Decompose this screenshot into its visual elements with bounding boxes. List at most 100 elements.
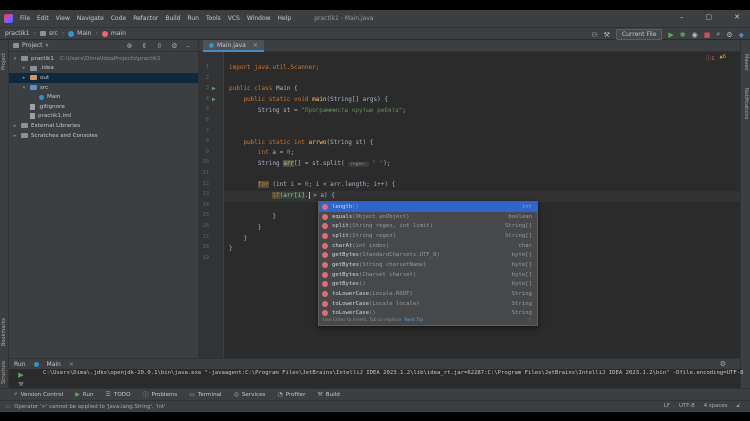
stripe-bookmarks[interactable]: Bookmarks bbox=[1, 318, 7, 346]
folder-icon bbox=[30, 65, 37, 71]
menu-tools[interactable]: Tools bbox=[206, 15, 221, 22]
completion-item[interactable]: length() int bbox=[319, 202, 537, 212]
chevron-right-icon[interactable]: ▸ bbox=[12, 133, 18, 139]
tab-build[interactable]: ⚒ Build bbox=[317, 391, 339, 398]
search-icon[interactable]: ⌕ bbox=[716, 30, 720, 39]
tree-item[interactable]: Main bbox=[9, 92, 198, 102]
breadcrumb-class[interactable]: Main bbox=[68, 30, 91, 37]
menu-refactor[interactable]: Refactor bbox=[133, 15, 158, 22]
folder-icon bbox=[21, 123, 28, 129]
completion-item[interactable]: equals (Object anObject) boolean bbox=[319, 212, 537, 222]
completion-item[interactable]: getBytes (StandardCharsets.UTF_8) byte[] bbox=[319, 250, 537, 260]
breadcrumb-separator: › bbox=[33, 30, 36, 37]
tree-item[interactable]: ▾ practik1 C:\Users\Dima\IdeaProjects\prac… bbox=[9, 54, 198, 64]
user-icon[interactable]: ⚇ bbox=[591, 31, 597, 39]
hammer-icon[interactable]: ⚒ bbox=[604, 31, 610, 39]
tree-item[interactable]: ▸ External Libraries bbox=[9, 121, 198, 131]
window-title: practik1 - Main.java bbox=[314, 15, 374, 22]
completion-item[interactable]: split (String regex, int limit) String[] bbox=[319, 221, 537, 231]
stripe-notifications[interactable]: Notifications bbox=[743, 88, 749, 119]
coverage-icon[interactable]: ◉ bbox=[692, 31, 698, 39]
breadcrumb-method[interactable]: main bbox=[101, 30, 126, 37]
settings-icon[interactable]: ⚙ bbox=[726, 31, 732, 39]
completion-item[interactable]: split (String regex) String[] bbox=[319, 231, 537, 241]
locate-icon[interactable]: ⊕ bbox=[127, 42, 133, 50]
completion-item[interactable]: charAt (int index) char bbox=[319, 241, 537, 251]
menu-window[interactable]: Window bbox=[247, 15, 271, 22]
hide-icon[interactable]: – bbox=[187, 42, 191, 50]
close-icon[interactable]: ✕ bbox=[253, 42, 258, 49]
chevron-down-icon[interactable]: ▾ bbox=[12, 56, 18, 62]
inspection-widget[interactable]: ⓘ1 ▲6 bbox=[706, 54, 726, 62]
encoding-widget[interactable]: UTF-8 bbox=[679, 403, 695, 410]
tree-item[interactable]: ▾ src bbox=[9, 83, 198, 93]
stop-icon[interactable]: ■ bbox=[704, 31, 711, 39]
run-method-icon[interactable]: ▶ bbox=[212, 96, 216, 103]
gear-icon[interactable]: ⚙ bbox=[720, 360, 726, 368]
stripe-structure[interactable]: Structure bbox=[1, 361, 7, 384]
completion-item[interactable]: getBytes() byte[] bbox=[319, 280, 537, 290]
tab-todo[interactable]: ☰ TODO bbox=[106, 391, 131, 398]
menu-navigate[interactable]: Navigate bbox=[77, 15, 104, 22]
menu-code[interactable]: Code bbox=[111, 15, 126, 22]
menu-build[interactable]: Build bbox=[165, 15, 180, 22]
next-tip-link[interactable]: Next Tip bbox=[404, 318, 423, 323]
breadcrumb-project[interactable]: practik1 bbox=[5, 30, 30, 37]
completion-item[interactable]: toLowerCase (Locale locale) String bbox=[319, 299, 537, 309]
tree-item[interactable]: ▸ .idea bbox=[9, 64, 198, 74]
chevron-right-icon[interactable]: ▸ bbox=[21, 75, 27, 81]
completion-item[interactable]: toLowerCase (Locale.ROOT) String bbox=[319, 289, 537, 299]
menu-vcs[interactable]: VCS bbox=[228, 15, 240, 22]
chevron-down-icon[interactable]: ▾ bbox=[21, 85, 27, 91]
more-options-icon[interactable]: ⋮ bbox=[527, 318, 532, 323]
run-config-tab[interactable]: Main bbox=[47, 361, 61, 368]
rerun-icon[interactable]: ▶ bbox=[18, 371, 23, 379]
tree-item[interactable]: ▸ out bbox=[9, 73, 198, 83]
tab-version-control[interactable]: ⑂ Version Control bbox=[14, 391, 63, 398]
tab-main-java[interactable]: Main.java ✕ bbox=[203, 40, 264, 52]
collapse-icon[interactable]: ⇕ bbox=[141, 42, 147, 50]
gear-icon[interactable]: ⚙ bbox=[171, 42, 177, 50]
menu-file[interactable]: File bbox=[20, 15, 30, 22]
tree-item[interactable]: .gitignore bbox=[9, 102, 198, 112]
line-separator-widget[interactable]: LF bbox=[664, 403, 670, 410]
indent-widget[interactable]: 4 spaces bbox=[704, 403, 728, 410]
breadcrumb-src[interactable]: src bbox=[39, 30, 58, 37]
console-output[interactable]: C:\Users\Dima\.jdks\openjdk-20.0.1\bin\j… bbox=[43, 370, 744, 376]
menu-run[interactable]: Run bbox=[187, 15, 199, 22]
tree-item[interactable]: practik1.iml bbox=[9, 112, 198, 122]
stripe-project[interactable]: Project bbox=[1, 53, 7, 70]
run-panel-header: Run Main ✕ ⚙ bbox=[9, 359, 740, 369]
run-class-icon[interactable]: ▶ bbox=[212, 85, 216, 92]
run-icon[interactable]: ▶ bbox=[668, 31, 673, 39]
debug-icon[interactable]: ✱ bbox=[680, 31, 686, 39]
menu-help[interactable]: Help bbox=[278, 15, 292, 22]
tree-item-label: .gitignore bbox=[38, 103, 65, 110]
stripe-maven[interactable]: Maven bbox=[743, 54, 749, 71]
tab-profiler[interactable]: ◔ Profiler bbox=[277, 391, 305, 398]
maximize-icon[interactable]: ▢ bbox=[706, 13, 713, 21]
wrench-icon[interactable]: ⚒ bbox=[18, 381, 23, 388]
menu-edit[interactable]: Edit bbox=[37, 15, 49, 22]
lock-icon[interactable]: 🔓︎ bbox=[737, 403, 741, 410]
close-icon[interactable]: ✕ bbox=[734, 13, 740, 21]
close-icon[interactable]: ✕ bbox=[69, 361, 74, 368]
method-icon bbox=[101, 30, 108, 37]
tab-run[interactable]: ▶ Run bbox=[75, 391, 93, 398]
expand-icon[interactable]: ⇳ bbox=[156, 42, 162, 50]
tree-item[interactable]: ▸ Scratches and Consoles bbox=[9, 131, 198, 141]
chevron-right-icon[interactable]: ▸ bbox=[21, 65, 27, 71]
run-config-select[interactable]: Current File bbox=[615, 29, 663, 40]
project-panel-title[interactable]: Project bbox=[22, 42, 43, 49]
completion-item[interactable]: getBytes (Charset charset) byte[] bbox=[319, 270, 537, 280]
completion-item[interactable]: getBytes (String charsetName) byte[] bbox=[319, 260, 537, 270]
minimize-icon[interactable]: – bbox=[680, 13, 684, 21]
menu-view[interactable]: View bbox=[56, 15, 70, 22]
tab-terminal[interactable]: ▭ Terminal bbox=[189, 391, 221, 398]
chevron-down-icon[interactable]: ▾ bbox=[46, 42, 49, 49]
chevron-right-icon[interactable]: ▸ bbox=[12, 123, 18, 129]
tab-problems[interactable]: ⓘ Problems bbox=[142, 390, 177, 400]
line-number: 11 bbox=[202, 170, 210, 176]
tab-services[interactable]: ◎ Services bbox=[234, 391, 266, 398]
